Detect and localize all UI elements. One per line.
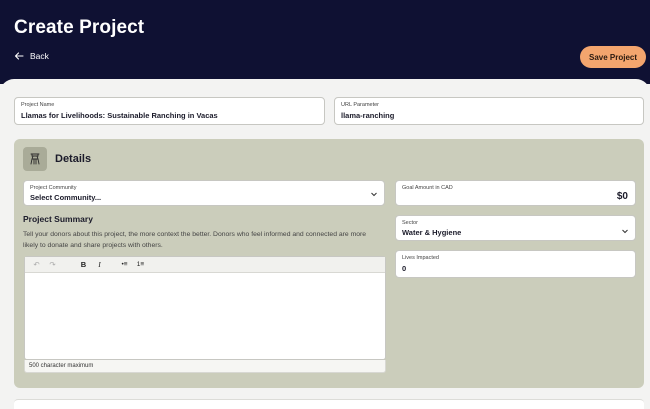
project-summary-title: Project Summary [23,214,93,224]
sector-value: Water & Hygiene [402,228,462,237]
lives-impacted-label: Lives Impacted [402,255,439,261]
details-title: Details [55,153,92,165]
project-community-value: Select Community... [30,193,102,202]
save-project-button[interactable]: Save Project [580,46,646,68]
italic-button[interactable]: I [95,260,104,270]
goal-amount-field[interactable]: Goal Amount in CAD $0 [395,180,636,206]
chevron-down-icon [371,192,377,197]
numbered-list-button[interactable]: 1≡ [136,260,145,270]
lives-impacted-value: 0 [402,264,407,273]
project-community-select[interactable]: Project Community Select Community... [23,180,385,206]
back-link[interactable]: Back [14,51,49,61]
character-limit-note: 500 character maximum [24,360,386,373]
bold-button[interactable]: B [79,260,88,270]
undo-button[interactable]: ↶ [32,260,41,270]
redo-button[interactable]: ↷ [48,260,57,270]
project-community-label: Project Community [30,185,77,191]
project-name-value: Llamas for Livelihoods: Sustainable Ranc… [21,111,218,120]
url-parameter-field[interactable]: URL Parameter llama-ranching [334,97,644,125]
goal-amount-label: Goal Amount in CAD [402,185,453,191]
editor-toolbar: ↶ ↷ B I •≡ 1≡ [25,257,385,273]
page-header: Create Project Back Save Project [0,0,650,84]
project-name-label: Project Name [21,102,55,108]
page-title: Create Project [14,17,145,38]
back-label: Back [30,51,49,61]
project-name-field[interactable]: Project Name Llamas for Livelihoods: Sus… [14,97,325,125]
project-summary-description: Tell your donors about this project, the… [23,231,367,249]
sector-select[interactable]: Sector Water & Hygiene [395,215,636,241]
chevron-down-icon [622,229,628,234]
sector-label: Sector [402,220,418,226]
content-background [0,79,650,99]
project-summary-editor[interactable]: ↶ ↷ B I •≡ 1≡ [24,256,386,360]
url-parameter-label: URL Parameter [341,102,380,108]
arrow-left-icon [14,52,24,60]
goal-amount-value: $0 [616,191,628,202]
lives-impacted-field[interactable]: Lives Impacted 0 [395,250,636,278]
bullet-list-button[interactable]: •≡ [120,260,129,270]
llama-icon [23,147,47,171]
details-panel: Details Project Community Select Communi… [14,139,644,388]
url-parameter-value: llama-ranching [341,111,395,120]
next-section-card [14,399,644,409]
